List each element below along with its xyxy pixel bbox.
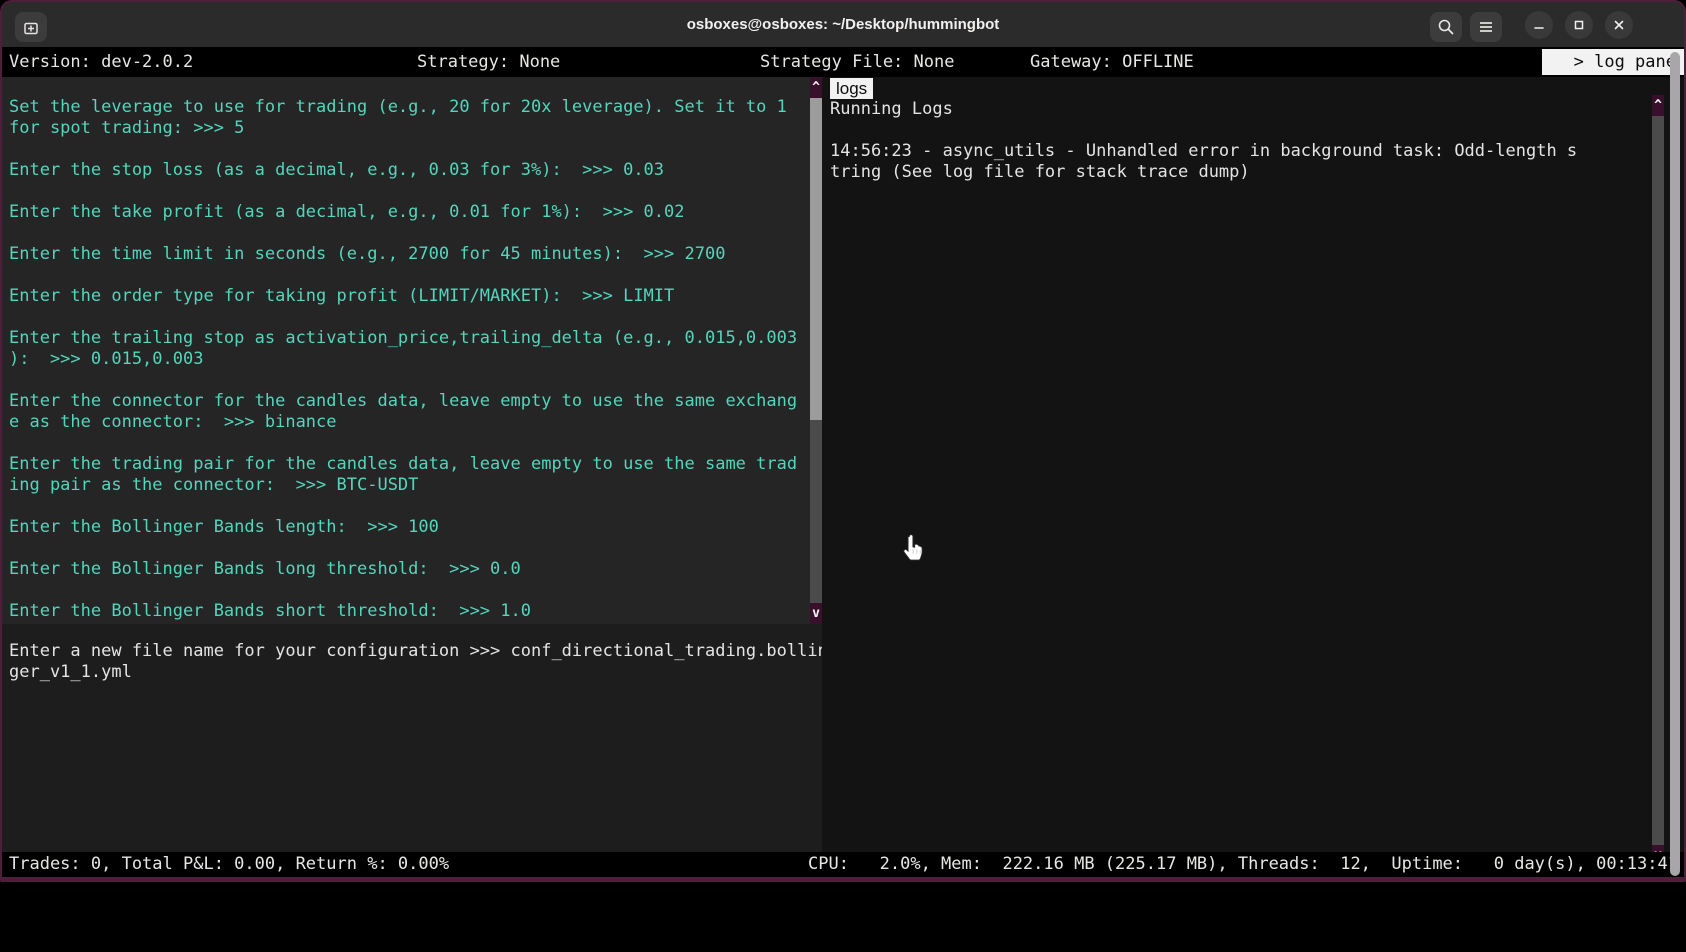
minimize-button[interactable] (1525, 11, 1553, 39)
config-prompt-line: Enter the order type for taking profit (… (9, 286, 807, 307)
terminal-window: osboxes@osboxes: ~/Desktop/hummingbot (0, 0, 1686, 882)
config-prompt-line: Enter the trading pair for the candles d… (9, 454, 807, 496)
hummingbot-topbar: Version: dev-2.0.2 Strategy: None Strate… (2, 47, 1684, 77)
hummingbot-bottombar: Trades: 0, Total P&L: 0.00, Return %: 0.… (2, 852, 1684, 877)
trades-status: Trades: 0, Total P&L: 0.00, Return %: 0.… (9, 852, 449, 877)
config-prompt-line: Enter the connector for the candles data… (9, 391, 807, 433)
logs-heading: Running Logs (830, 99, 953, 120)
config-input-text: Enter a new file name for your configura… (9, 641, 828, 683)
config-prompt-line: Enter the Bollinger Bands length: >>> 10… (9, 517, 807, 538)
log-message: 14:56:23 - async_utils - Unhandled error… (830, 141, 1577, 183)
config-prompt-line: Enter the stop loss (as a decimal, e.g.,… (9, 160, 807, 181)
strategy-file-label: Strategy File: None (760, 47, 954, 77)
minimize-icon (1531, 17, 1547, 33)
search-button[interactable] (1430, 12, 1462, 42)
tab-logs[interactable]: logs (830, 78, 873, 99)
config-prompts: Set the leverage to use for trading (e.g… (9, 97, 807, 643)
logs-pane[interactable]: logs Running Logs 14:56:23 - async_utils… (822, 77, 1684, 852)
scroll-down-arrow[interactable]: v (810, 603, 822, 624)
hamburger-menu-icon (1476, 17, 1496, 37)
left-pane-scrollbar[interactable]: ^ v (810, 77, 822, 624)
maximize-button[interactable] (1565, 11, 1593, 39)
config-prompt-line: Set the leverage to use for trading (e.g… (9, 97, 807, 139)
version-label: Version: dev-2.0.2 (9, 47, 193, 77)
logs-pane-scrollbar[interactable]: ^ v (1652, 95, 1664, 866)
titlebar: osboxes@osboxes: ~/Desktop/hummingbot (2, 2, 1684, 47)
config-input-area[interactable]: Enter a new file name for your configura… (2, 624, 822, 852)
strategy-label: Strategy: None (417, 47, 560, 77)
close-icon (1611, 17, 1627, 33)
maximize-icon (1571, 17, 1587, 33)
config-prompt-line: Enter the Bollinger Bands short threshol… (9, 601, 807, 622)
config-prompt-line: Enter the trailing stop as activation_pr… (9, 328, 807, 370)
system-status: CPU: 2.0%, Mem: 222.16 MB (225.17 MB), T… (808, 852, 1678, 877)
scroll-up-arrow[interactable]: ^ (1652, 95, 1664, 116)
scrollbar-thumb[interactable] (810, 98, 822, 420)
window-scrollbar[interactable] (1670, 52, 1680, 876)
config-prompt-line: Enter the time limit in seconds (e.g., 2… (9, 244, 807, 265)
config-prompt-line: Enter the Bollinger Bands long threshold… (9, 559, 807, 580)
gateway-label: Gateway: OFFLINE (1030, 47, 1194, 77)
menu-button[interactable] (1470, 12, 1502, 42)
search-icon (1436, 17, 1456, 37)
config-output-pane[interactable]: Set the leverage to use for trading (e.g… (2, 77, 810, 624)
log-pane-toggle[interactable]: > log pane (1542, 49, 1684, 75)
close-button[interactable] (1605, 11, 1633, 39)
config-prompt-line: Enter the take profit (as a decimal, e.g… (9, 202, 807, 223)
scroll-up-arrow[interactable]: ^ (810, 77, 822, 98)
